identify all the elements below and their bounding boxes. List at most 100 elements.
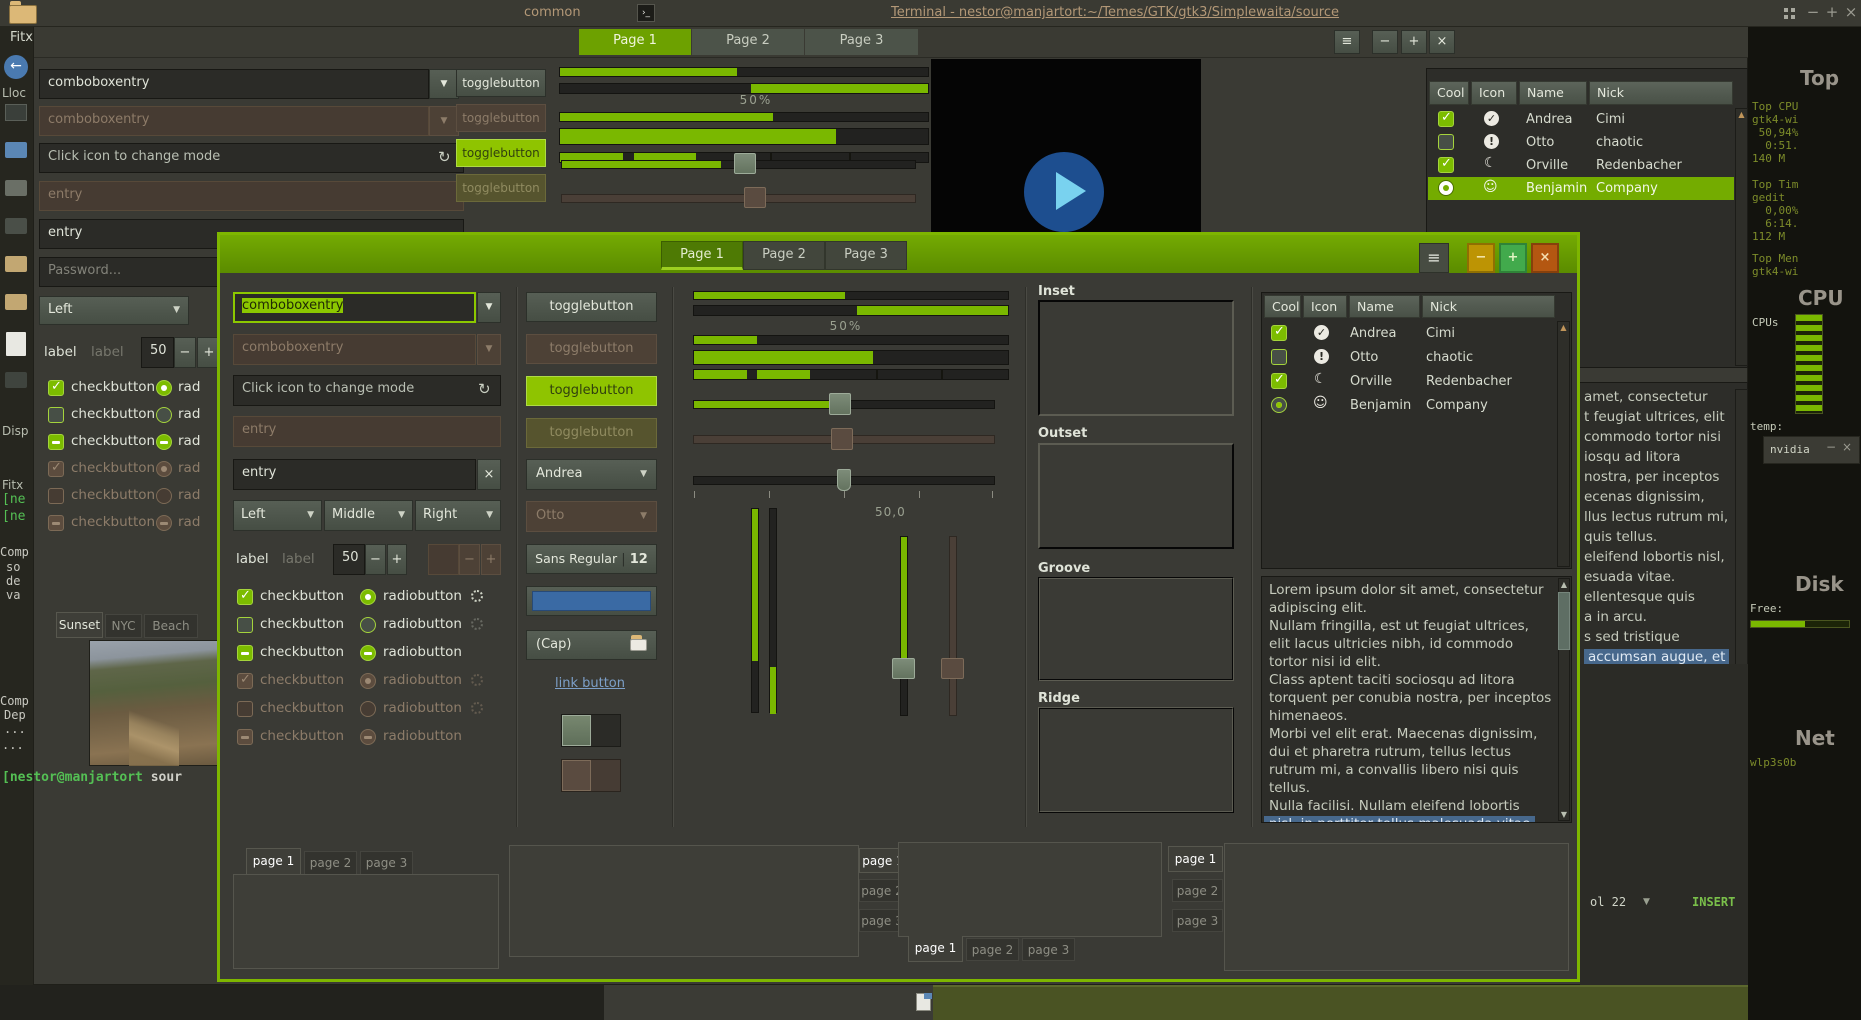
filemanager-menu-file[interactable]: Fitx — [10, 30, 33, 45]
fg-togglebutton[interactable]: togglebutton — [526, 292, 657, 322]
fg-spin-plus-button[interactable]: + — [387, 544, 407, 575]
bg-menu-button[interactable]: ≡ — [1334, 30, 1360, 54]
bg-hscale-handle[interactable] — [734, 153, 756, 174]
fg-menu-button[interactable]: ≡ — [1419, 243, 1449, 273]
bg-tree-check-0[interactable] — [1438, 111, 1454, 127]
bg-comboboxentry-input[interactable]: comboboxentry — [39, 69, 429, 99]
fg-combobox-andrea[interactable]: Andrea▼ — [526, 459, 657, 490]
hscale-marks-handle[interactable] — [837, 469, 851, 491]
bg-tree-name-2[interactable]: Orville — [1526, 158, 1568, 173]
nvidia-close-icon[interactable]: × — [1842, 440, 1852, 454]
fg-tab-page1[interactable]: Page 1 — [661, 241, 743, 270]
tree-nick-3[interactable]: Company — [1426, 398, 1488, 413]
tree-scrollbar[interactable] — [1557, 321, 1570, 567]
notebook3-tab-page1[interactable]: page 1 — [908, 936, 963, 962]
photo-tab-sunset[interactable]: Sunset — [56, 612, 103, 638]
checkbox-checked[interactable] — [48, 380, 64, 396]
fg-icon-mode-entry[interactable]: Click icon to change mode — [233, 375, 501, 406]
checkbox-unchecked[interactable] — [237, 617, 253, 633]
fg-comboboxentry-dropdown[interactable]: ▼ — [477, 292, 501, 323]
text-scrollbar-thumb[interactable] — [1558, 592, 1570, 650]
tree-check-1[interactable] — [1271, 349, 1287, 365]
bg-tab-page1[interactable]: Page 1 — [579, 29, 691, 55]
fg-combobox-middle[interactable]: Middle▼ — [324, 500, 413, 531]
panel-close-icon[interactable]: × — [1843, 3, 1859, 21]
bg-tree-header-nick[interactable]: Nick — [1589, 81, 1733, 105]
bg-maximize-button[interactable]: + — [1401, 30, 1427, 54]
tree-check-2[interactable] — [1271, 373, 1287, 389]
photo-tab-nyc[interactable]: NYC — [105, 614, 142, 638]
radio-selected[interactable] — [360, 589, 376, 605]
scroll-up-icon[interactable]: ▲ — [1557, 322, 1570, 334]
bg-tree-nick-0[interactable]: Cimi — [1596, 112, 1625, 127]
bg-tab-page2[interactable]: Page 2 — [692, 29, 804, 55]
fg-maximize-button[interactable]: + — [1499, 243, 1527, 273]
notebook4-tab-page1[interactable]: page 1 — [1168, 846, 1223, 872]
clear-entry-button[interactable]: × — [477, 459, 501, 490]
tree-header-icon[interactable]: Icon — [1303, 295, 1347, 318]
refresh-icon[interactable]: ↻ — [478, 380, 491, 398]
bg-tree-header-name[interactable]: Name — [1519, 81, 1587, 105]
fg-entry[interactable]: entry — [233, 459, 476, 490]
folder-icon[interactable] — [9, 5, 37, 24]
bg-tab-page3[interactable]: Page 3 — [805, 29, 918, 55]
tree-name-1[interactable]: Otto — [1350, 350, 1378, 365]
bg-close-button[interactable]: × — [1429, 30, 1455, 54]
scroll-up-icon[interactable]: ▲ — [1735, 109, 1748, 121]
bg-tree-check-2[interactable] — [1438, 157, 1454, 173]
fg-tab-page3[interactable]: Page 3 — [825, 241, 907, 270]
notebook3-tab-page2[interactable]: page 2 — [966, 938, 1019, 961]
radio-unselected[interactable] — [156, 407, 172, 423]
nvidia-minimize-icon[interactable]: − — [1826, 440, 1836, 454]
notebook1-tab-page1[interactable]: page 1 — [246, 848, 301, 875]
notebook1-tab-page3[interactable]: page 3 — [360, 851, 413, 875]
sidebar-icon-dark[interactable] — [5, 372, 27, 388]
tree-nick-1[interactable]: chaotic — [1426, 350, 1473, 365]
tree-nick-0[interactable]: Cimi — [1426, 326, 1455, 341]
sidebar-icon-folder-gray[interactable] — [5, 180, 27, 196]
back-icon[interactable]: ← — [4, 55, 28, 79]
checkbox-checked[interactable] — [237, 589, 253, 605]
checkbox-indeterminate[interactable] — [48, 434, 64, 450]
photo-tab-beach[interactable]: Beach — [144, 614, 198, 638]
tree-header-name[interactable]: Name — [1349, 295, 1420, 318]
sidebar-icon-device[interactable] — [5, 218, 27, 234]
radio-indeterminate[interactable] — [360, 645, 376, 661]
fg-close-button[interactable]: × — [1531, 243, 1559, 273]
fg-spin-minus-button[interactable]: − — [365, 544, 386, 575]
fg-comboboxentry-input[interactable]: comboboxentry — [233, 292, 476, 323]
bg-tree-name-3[interactable]: Benjamin — [1526, 181, 1587, 196]
fg-spinbutton-value[interactable]: 50 — [333, 544, 365, 575]
bg-spin-minus-button[interactable]: − — [174, 337, 196, 368]
bg-togglebutton[interactable]: togglebutton — [456, 69, 546, 97]
panel-maximize-icon[interactable]: + — [1824, 3, 1840, 21]
hscale-handle[interactable] — [829, 393, 851, 415]
radio-selected[interactable] — [156, 380, 172, 396]
tree-nick-2[interactable]: Redenbacher — [1426, 374, 1512, 389]
fg-combobox-left[interactable]: Left▼ — [233, 500, 322, 531]
bg-tree-nick-3[interactable]: Company — [1596, 181, 1658, 196]
sidebar-icon-folder-tan1[interactable] — [5, 256, 27, 272]
tree-check-0[interactable] — [1271, 325, 1287, 341]
bg-combobox-left[interactable]: Left▼ — [39, 296, 189, 325]
radio-unselected[interactable] — [360, 617, 376, 633]
font-button[interactable]: Sans Regular | 12 — [526, 544, 657, 574]
bg-tree-scrollbar[interactable] — [1735, 108, 1748, 366]
bg-togglebutton-active[interactable]: togglebutton — [456, 139, 546, 167]
tree-header-nick[interactable]: Nick — [1422, 295, 1555, 318]
bg-text-scrollbar[interactable] — [1735, 389, 1748, 671]
bg-icon-mode-entry[interactable]: Click icon to change mode — [39, 143, 464, 173]
sidebar-icon-folder-blue[interactable] — [5, 142, 27, 158]
sidebar-icon-computer[interactable] — [5, 104, 27, 121]
checkbox-unchecked[interactable] — [48, 407, 64, 423]
panel-minimize-icon[interactable]: − — [1805, 3, 1821, 21]
checkbox-indeterminate[interactable] — [237, 645, 253, 661]
panel-window-title[interactable]: Terminal - nestor@manjartort:~/Temes/GTK… — [835, 5, 1395, 20]
notebook4-tab-page2[interactable]: page 2 — [1172, 879, 1223, 902]
switch-on[interactable] — [561, 714, 621, 747]
vscale-trough[interactable] — [900, 536, 908, 716]
fg-minimize-button[interactable]: − — [1467, 243, 1495, 273]
bg-tree-name-0[interactable]: Andrea — [1526, 112, 1572, 127]
notebook4-tab-page3[interactable]: page 3 — [1172, 909, 1223, 932]
refresh-icon[interactable]: ↻ — [438, 148, 451, 166]
